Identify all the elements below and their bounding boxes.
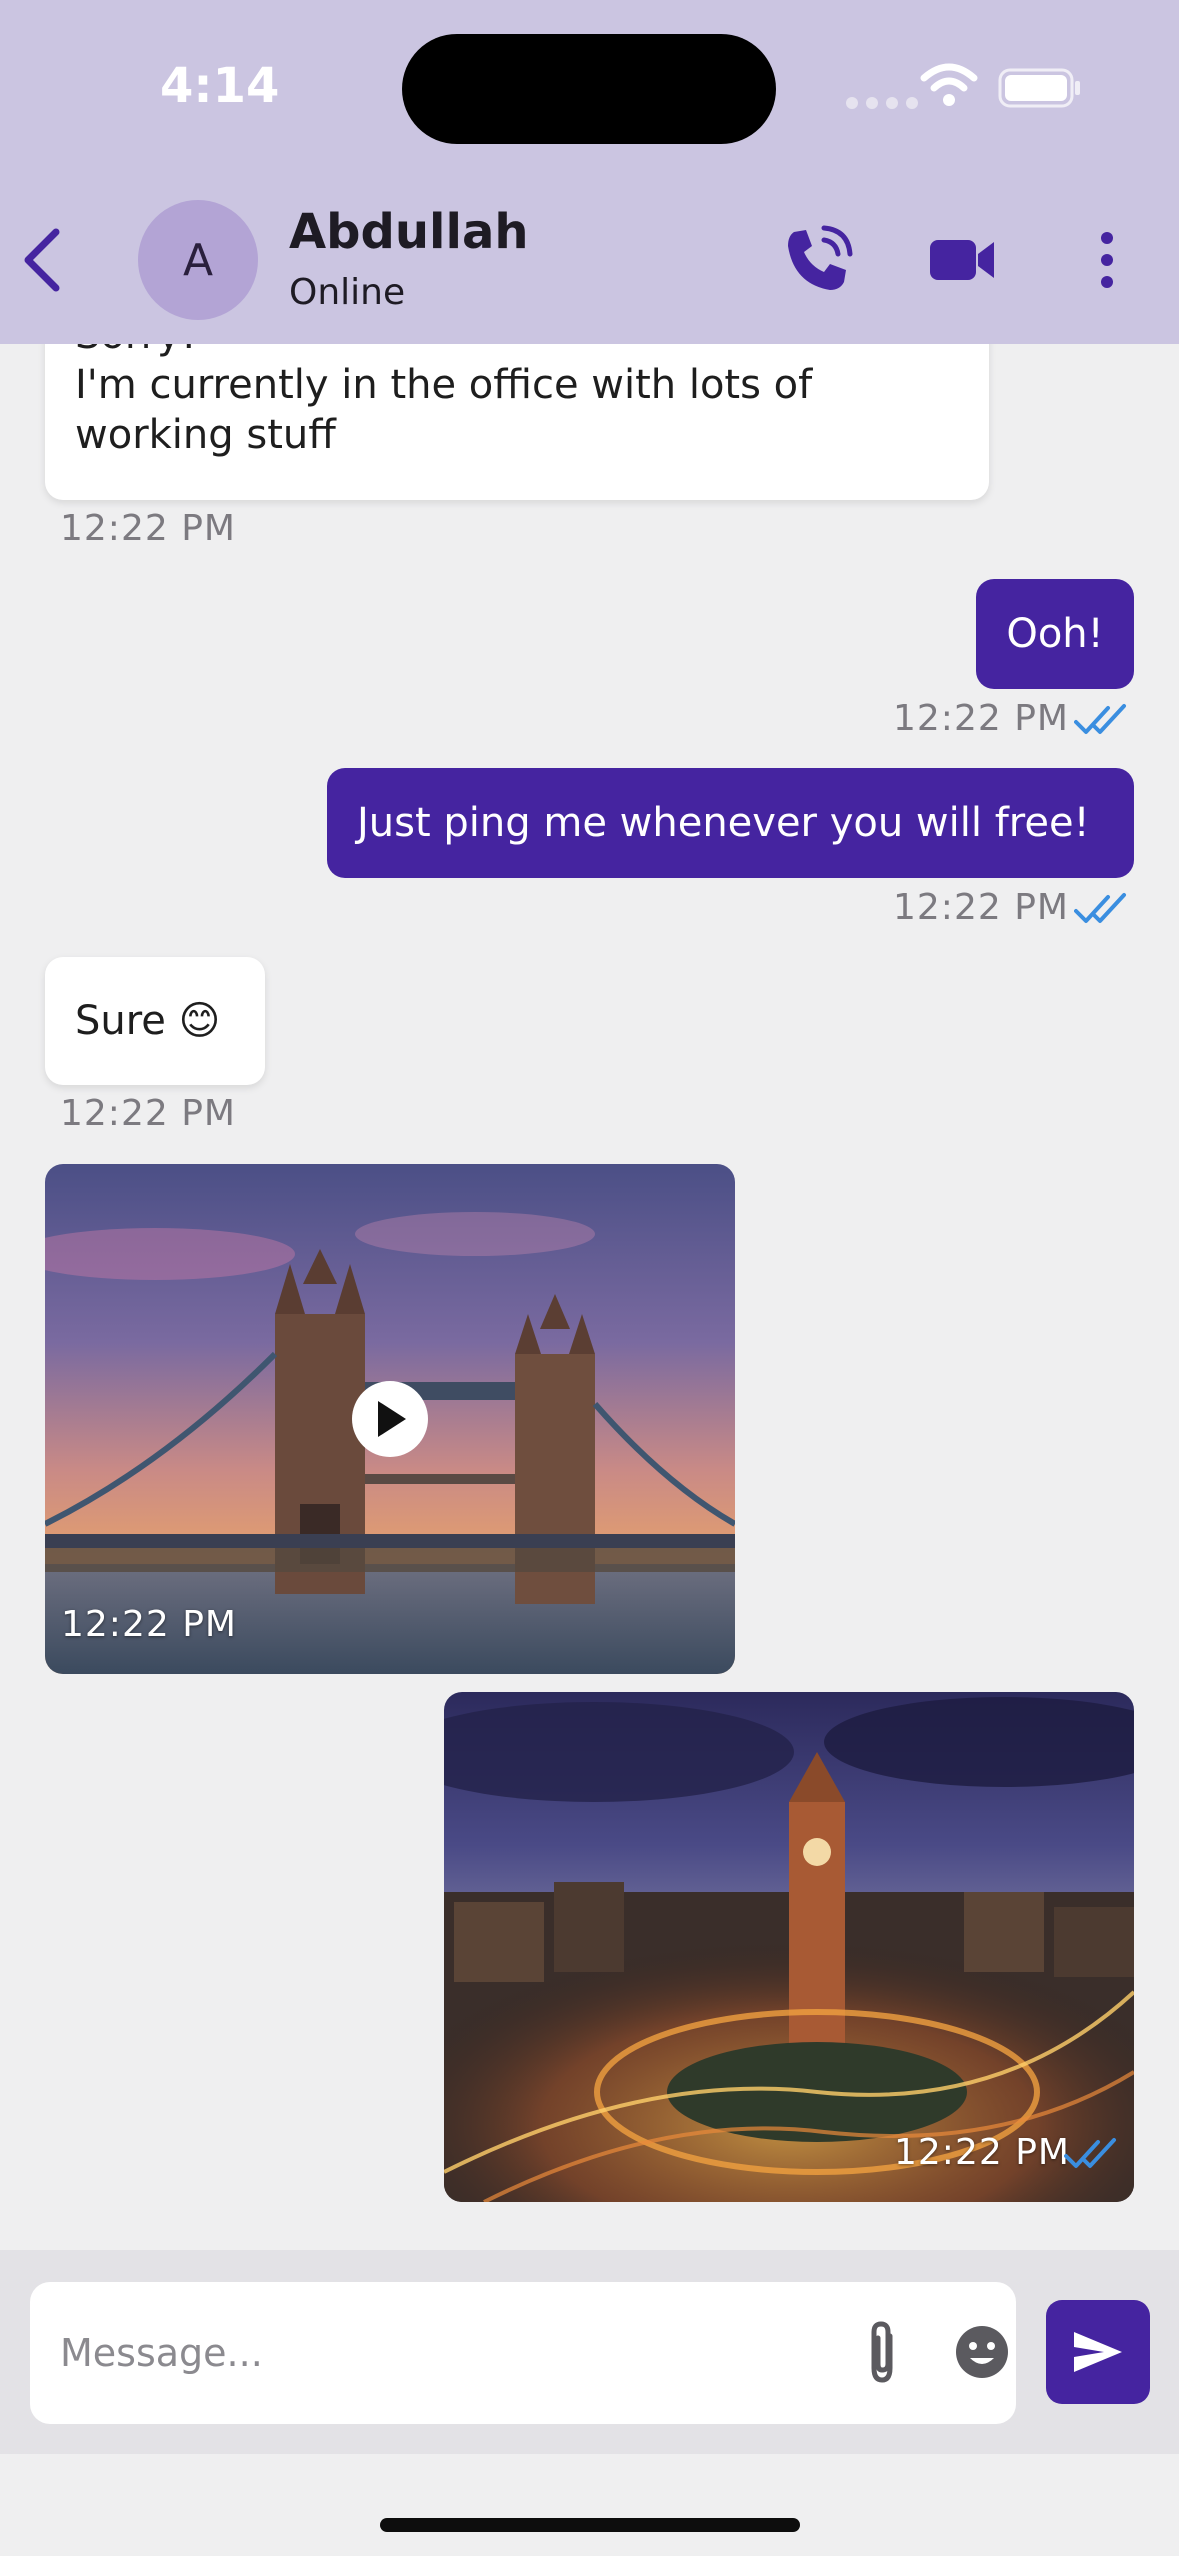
message-time: 12:22 PM (60, 508, 236, 549)
emoji-icon (956, 2326, 1008, 2378)
message-text: Sure 😊 (75, 998, 221, 1044)
home-indicator[interactable] (380, 2518, 800, 2532)
outgoing-message-bubble[interactable]: Just ping me whenever you will free! (327, 768, 1134, 878)
back-button[interactable] (14, 224, 74, 296)
message-text: Ooh! (1006, 611, 1104, 657)
cellular-signal-icon (846, 94, 926, 113)
message-time: 12:22 PM (893, 698, 1069, 739)
message-time: 12:22 PM (893, 887, 1069, 928)
play-icon (378, 1401, 406, 1437)
paperclip-icon (871, 2321, 893, 2383)
emoji-button[interactable] (950, 2320, 1014, 2384)
video-call-button[interactable] (928, 230, 998, 290)
message-line: I'm currently in the office with lots of (75, 362, 813, 408)
send-icon (1074, 2332, 1122, 2372)
message-time: 12:22 PM (61, 1604, 237, 1645)
message-composer (0, 2250, 1179, 2454)
message-line: working stuff (75, 412, 336, 458)
status-bar-time: 4:14 (160, 58, 280, 114)
outgoing-message-bubble[interactable]: Ooh! (976, 579, 1134, 689)
message-time: 12:22 PM (60, 1093, 236, 1134)
contact-status: Online (289, 272, 406, 313)
avatar-initial: A (182, 234, 214, 286)
play-button[interactable] (352, 1381, 428, 1457)
double-check-icon (1064, 2138, 1116, 2168)
dynamic-island (402, 34, 776, 144)
double-check-icon (1074, 893, 1126, 923)
chat-header: 4:14 A Abdullah Online (0, 0, 1179, 344)
video-camera-icon (930, 240, 994, 280)
attach-button[interactable] (848, 2318, 918, 2388)
wifi-icon (920, 63, 978, 106)
avatar[interactable]: A (138, 200, 258, 320)
clock-tower-thumbnail (444, 1692, 1134, 2202)
incoming-message-bubble[interactable]: Sure 😊 (45, 957, 265, 1085)
image-message[interactable]: 12:22 PM (444, 1692, 1134, 2202)
video-message[interactable]: 12:22 PM (45, 1164, 735, 1674)
send-button[interactable] (1046, 2300, 1150, 2404)
chevron-left-icon (24, 228, 60, 292)
more-options-button[interactable] (1090, 228, 1124, 292)
phone-call-icon (788, 225, 853, 290)
double-check-icon (1074, 704, 1126, 734)
message-field[interactable] (30, 2282, 1016, 2424)
contact-name[interactable]: Abdullah (289, 204, 529, 260)
message-text: Just ping me whenever you will free! (357, 800, 1090, 846)
more-vertical-icon (1101, 232, 1113, 288)
message-time: 12:22 PM (894, 2132, 1070, 2173)
voice-call-button[interactable] (780, 222, 856, 298)
message-input[interactable] (60, 2318, 820, 2388)
battery-icon (998, 68, 1080, 108)
